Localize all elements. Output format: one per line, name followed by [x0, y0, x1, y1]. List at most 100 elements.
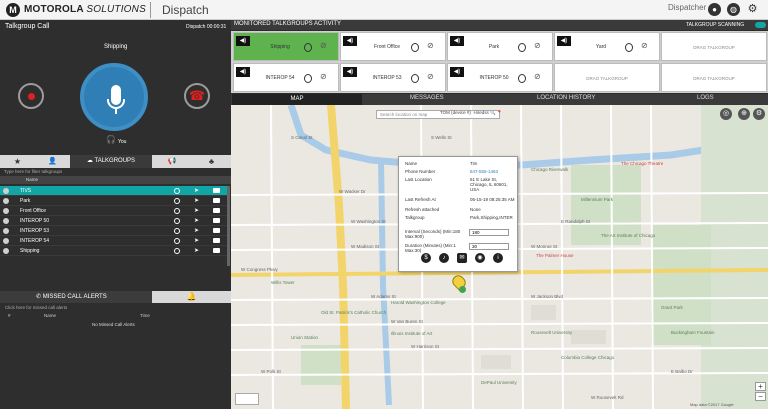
mic-icon[interactable] [625, 43, 633, 52]
bell-icon[interactable]: ♪ [439, 253, 449, 263]
mute-icon[interactable]: ⊘ [427, 72, 434, 81]
talkgroup-column-header[interactable]: Name [0, 176, 231, 184]
search-icon[interactable]: 🔍 [490, 110, 496, 115]
mic-icon[interactable] [518, 74, 526, 83]
send-icon[interactable]: ➤ [194, 196, 199, 206]
mic-icon[interactable] [411, 74, 419, 83]
monitor-icon[interactable] [174, 218, 180, 224]
message-icon[interactable] [213, 218, 220, 223]
info-icon[interactable]: i [493, 253, 503, 263]
mute-icon[interactable]: ⊘ [427, 41, 434, 50]
tab-messages[interactable]: MESSAGES [410, 95, 444, 101]
zoom-in-button[interactable]: + [755, 382, 766, 391]
tab-logs[interactable]: LOGS [697, 95, 714, 101]
scanning-toggle[interactable] [755, 22, 766, 28]
monitor-icon[interactable] [174, 228, 180, 234]
monitor-icon[interactable] [174, 248, 180, 254]
tab-map[interactable]: MAP [232, 94, 362, 105]
send-icon[interactable]: ➤ [194, 226, 199, 236]
monitored-talkgroup-tile[interactable]: ◀) Park ⊘ [447, 32, 553, 61]
mute-icon[interactable]: ⊘ [320, 41, 327, 50]
tab-location-history[interactable]: LOCATION HISTORY [537, 95, 595, 101]
dollar-icon[interactable]: $ [421, 253, 431, 263]
talkgroup-row[interactable]: INTEROP 50 ➤ [0, 216, 227, 226]
chat-icon[interactable]: ✉ [457, 253, 467, 263]
send-icon[interactable]: ➤ [194, 186, 199, 196]
monitored-talkgroup-tile[interactable]: ◀) Yard ⊘ [554, 32, 660, 61]
tab-talkgroups[interactable]: ☁ TALKGROUPS [70, 155, 152, 168]
send-icon[interactable]: ➤ [194, 246, 199, 256]
popup-input[interactable]: 30 [469, 243, 509, 250]
speaker-icon[interactable]: ◀) [557, 36, 571, 46]
monitored-talkgroup-tile[interactable]: ◀) INTEROP 54 ⊘ [233, 63, 339, 92]
send-icon[interactable]: ➤ [194, 236, 199, 246]
monitored-talkgroup-tile[interactable]: DRAG TALKGROUP [661, 63, 767, 92]
talkgroup-row[interactable]: TIVS ➤ [0, 186, 227, 196]
monitored-talkgroup-tile[interactable]: ◀) INTEROP 50 ⊘ [447, 63, 553, 92]
tab-favorites[interactable]: ★ [0, 155, 35, 168]
col-name[interactable]: Name [44, 312, 56, 320]
message-icon[interactable] [213, 228, 220, 233]
talkgroup-filter-input[interactable]: Type here for filter talkgroups [0, 168, 231, 176]
push-to-talk-button[interactable] [80, 63, 148, 131]
mic-icon[interactable] [304, 74, 312, 83]
message-icon[interactable] [213, 188, 220, 193]
map-street: W Adams St [371, 294, 396, 299]
col-number: # [8, 313, 11, 318]
send-icon[interactable]: ➤ [194, 206, 199, 216]
tab-broadcast[interactable]: 📢 [152, 155, 192, 168]
mic-icon[interactable] [304, 43, 312, 52]
talkgroup-row[interactable]: INTEROP 54 ➤ [0, 236, 227, 246]
talkgroup-row[interactable]: Park ➤ [0, 196, 227, 206]
zoom-out-button[interactable]: − [755, 392, 766, 401]
missed-alerts-title[interactable]: ✆ MISSED CALL ALERTS [36, 293, 107, 300]
map-settings-button[interactable]: ⚙ [753, 108, 765, 120]
speaker-icon[interactable]: ◀) [450, 36, 464, 46]
tab-contacts[interactable]: 👤 [35, 155, 70, 168]
message-icon[interactable] [213, 238, 220, 243]
location-pin-icon[interactable]: 📍 [497, 110, 503, 115]
mic-icon[interactable] [411, 43, 419, 52]
alerts-bell-tab[interactable]: 🔔 [152, 291, 231, 303]
map-center-button[interactable]: ⊕ [738, 108, 750, 120]
message-icon[interactable] [213, 198, 220, 203]
monitored-talkgroup-tile[interactable]: ◀) INTEROP 53 ⊘ [340, 63, 446, 92]
speaker-icon[interactable]: ◀) [236, 36, 250, 46]
map-layers-button[interactable]: ◎ [720, 108, 732, 120]
col-time[interactable]: Time [140, 312, 150, 320]
talkgroup-row[interactable]: Shipping ➤ [0, 246, 227, 256]
speaker-icon[interactable]: ◀) [450, 67, 464, 77]
status-icon[interactable]: ● [708, 3, 721, 16]
popup-value[interactable]: 847-555-1463 [470, 169, 516, 174]
monitor-icon[interactable] [174, 238, 180, 244]
monitor-icon[interactable] [174, 188, 180, 194]
speaker-icon[interactable]: ◀) [343, 67, 357, 77]
mute-icon[interactable]: ⊘ [534, 41, 541, 50]
monitored-talkgroup-tile[interactable]: DRAG TALKGROUP [554, 63, 660, 92]
speaker-icon[interactable]: ◀) [236, 67, 250, 77]
send-icon[interactable]: ➤ [194, 216, 199, 226]
speaker-icon[interactable]: ◀) [343, 36, 357, 46]
talkgroup-row[interactable]: Front Office ➤ [0, 206, 227, 216]
locate-icon[interactable]: ◉ [475, 253, 485, 263]
monitored-talkgroup-tile[interactable]: DRAG TALKGROUP [661, 32, 767, 61]
monitor-icon[interactable] [174, 208, 180, 214]
talkgroup-scrollbar[interactable] [227, 186, 230, 266]
gear-icon[interactable]: ⚙ [746, 3, 759, 16]
hangup-button[interactable]: ☎ [184, 83, 210, 109]
globe-icon[interactable]: ◍ [727, 3, 740, 16]
mute-icon[interactable]: ⊘ [534, 72, 541, 81]
record-button[interactable] [18, 83, 44, 109]
monitored-talkgroup-tile[interactable]: ◀) Front Office ⊘ [340, 32, 446, 61]
talkgroup-row[interactable]: INTEROP 53 ➤ [0, 226, 227, 236]
mute-icon[interactable]: ⊘ [320, 72, 327, 81]
popup-input[interactable]: 180 [469, 229, 509, 236]
message-icon[interactable] [213, 208, 220, 213]
tab-groups[interactable]: ♣ [192, 155, 231, 168]
map-search-option[interactable]: TOM (device #) Hiredss 🔍 📍 [440, 110, 502, 116]
monitored-talkgroup-tile[interactable]: ◀) Shipping ⊘ [233, 32, 339, 61]
mic-icon[interactable] [518, 43, 526, 52]
monitor-icon[interactable] [174, 198, 180, 204]
message-icon[interactable] [213, 248, 220, 253]
mute-icon[interactable]: ⊘ [641, 41, 648, 50]
